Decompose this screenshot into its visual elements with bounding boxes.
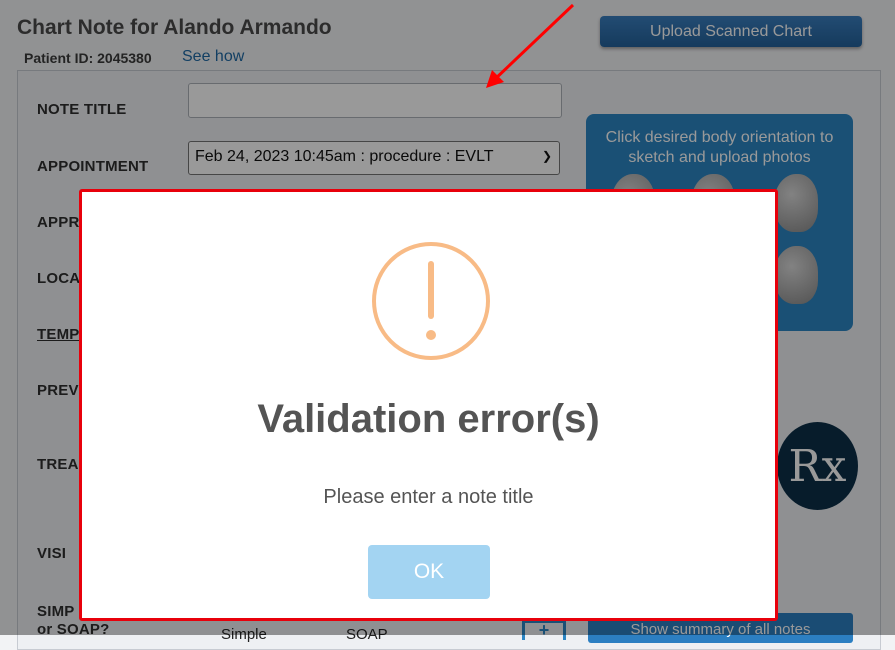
annotation-arrow [486,3,575,88]
dialog-message: Please enter a note title [323,486,534,508]
ok-button[interactable]: OK [368,545,490,599]
exclamation-circle-icon [372,242,490,360]
validation-error-dialog: Validation error(s) Please enter a note … [79,189,778,621]
dialog-title: Validation error(s) [257,397,600,441]
